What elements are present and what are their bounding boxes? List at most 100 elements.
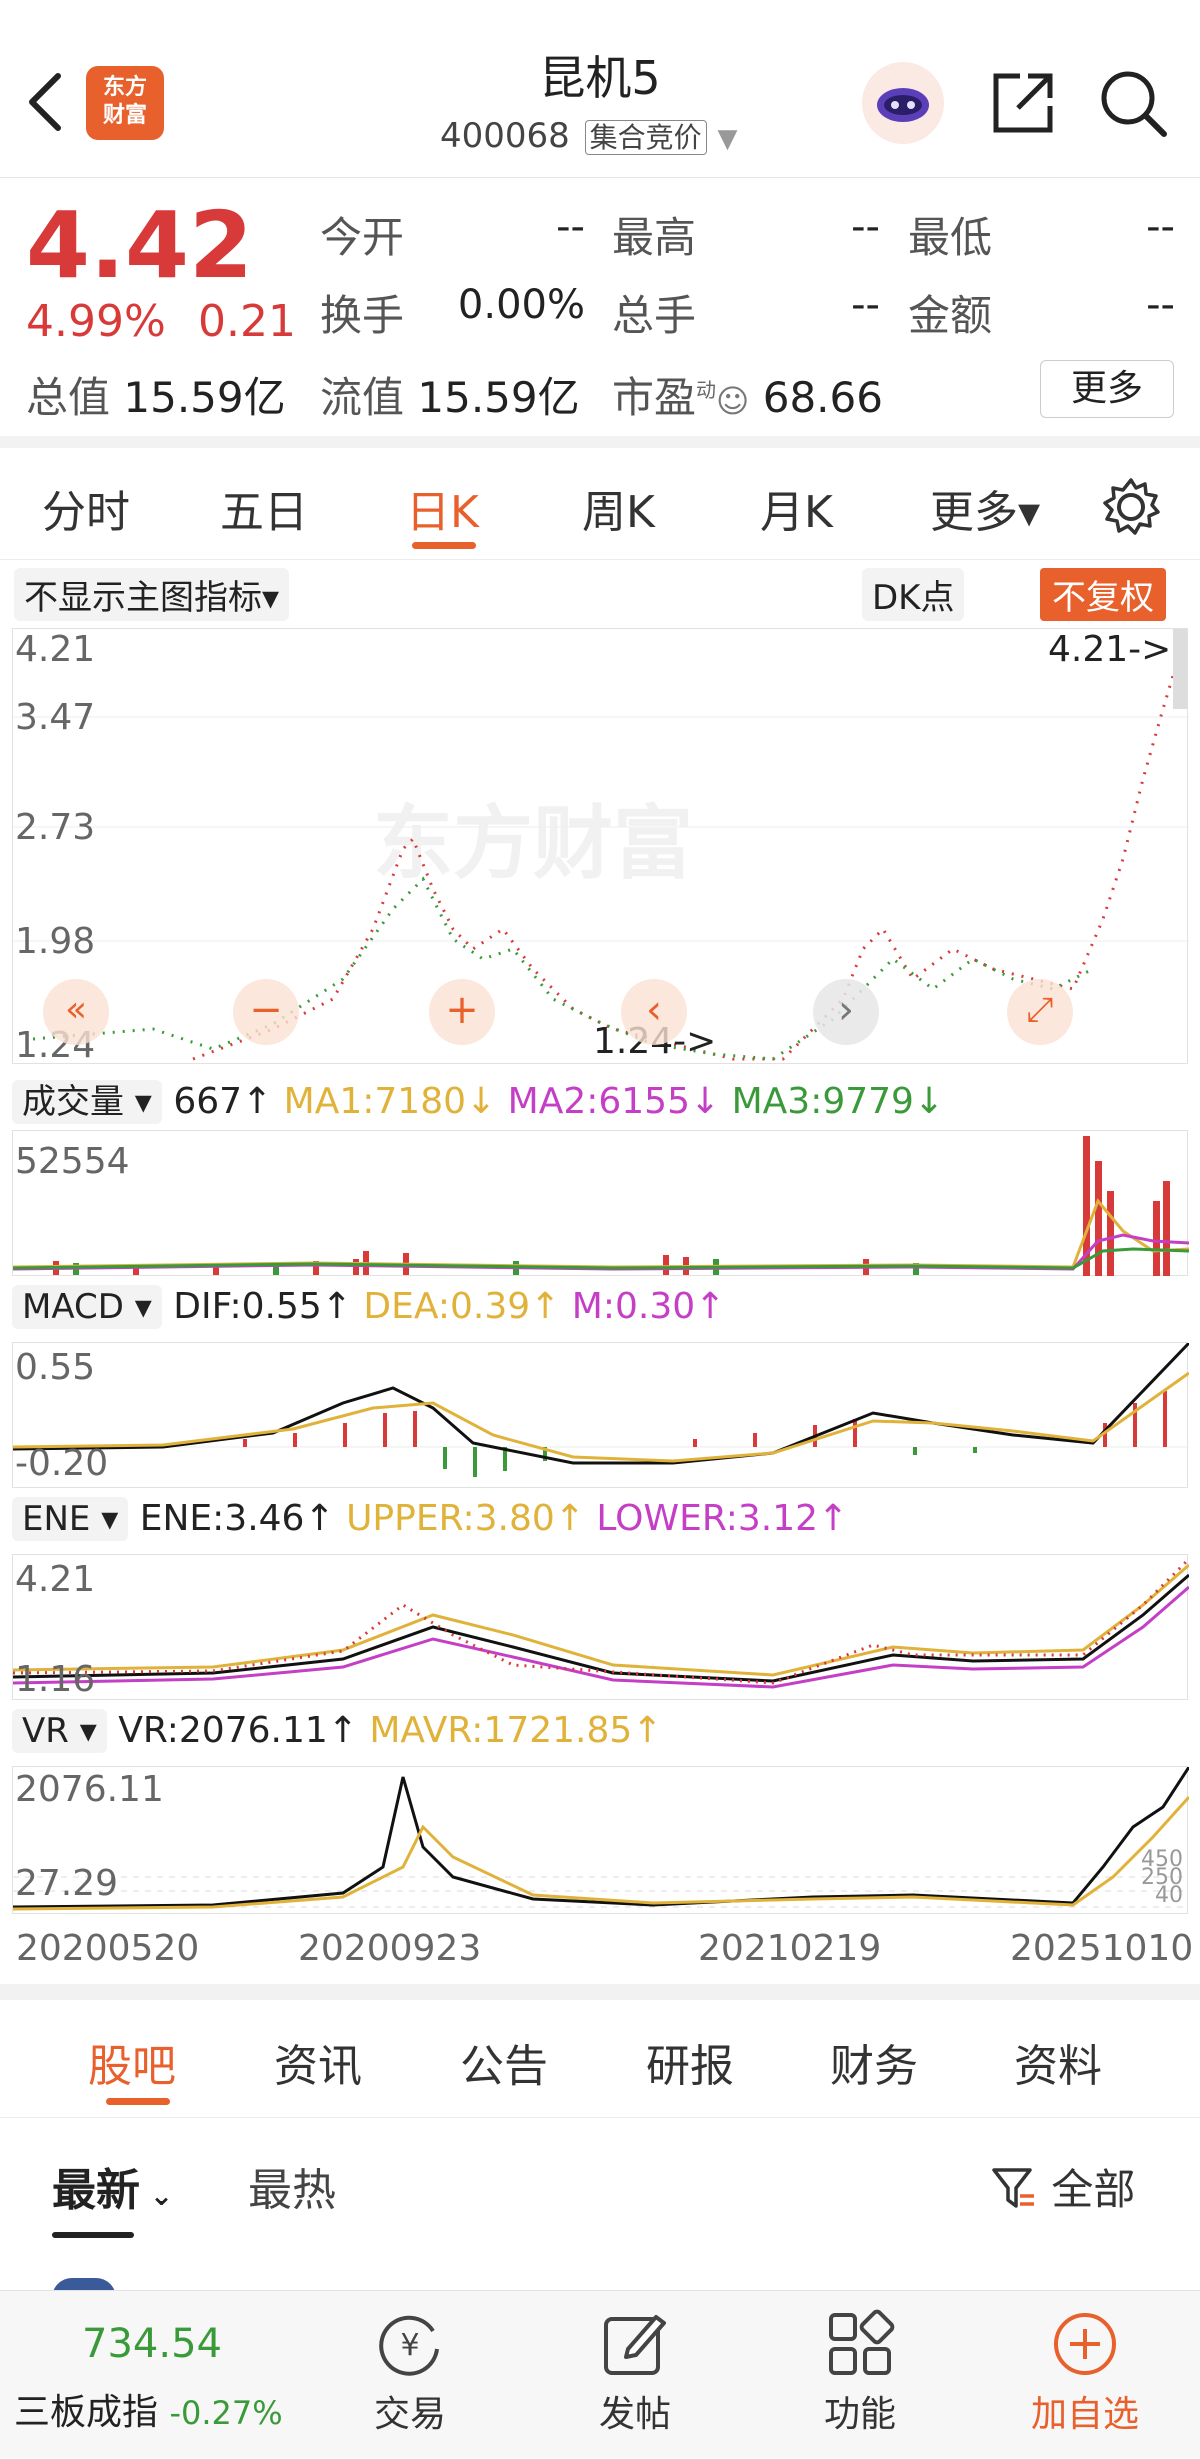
quote-panel: 4.42 4.99% 0.21 今开 -- 最高 -- 最低 -- 换手 0.0… (0, 178, 1200, 448)
nav-add-watchlist[interactable]: 加自选 (985, 2291, 1185, 2459)
nav-trade[interactable]: ¥ 交易 (310, 2291, 510, 2459)
scroll-right-icon[interactable]: › (813, 979, 879, 1045)
tab-five-day[interactable]: 五日 (220, 476, 308, 540)
trade-yuan-icon: ¥ (379, 2315, 439, 2376)
main-indicator-select[interactable]: 不显示主图指标▾ (14, 568, 290, 621)
feed-sort-bar: 最新 ⌄ 最热 全部 (0, 2118, 1200, 2238)
volume-bars (53, 1136, 1170, 1276)
macd-chart (13, 1343, 1189, 1477)
share-icon[interactable] (990, 70, 1056, 136)
tab-announcements[interactable]: 公告 (460, 2030, 548, 2094)
x-date: 20251010 (1010, 1928, 1194, 1969)
dk-point-button[interactable]: DK点 (862, 568, 965, 621)
volume-value: 667↑ (173, 1081, 273, 1122)
vr-selector[interactable]: VR ▾ (12, 1709, 107, 1753)
assistant-avatar[interactable] (862, 62, 944, 144)
macd-selector[interactable]: MACD ▾ (12, 1285, 162, 1329)
market-cap-label: 总值 (26, 373, 111, 422)
volume-selector[interactable]: 成交量 ▾ (12, 1080, 162, 1124)
scroll-start-icon[interactable]: « (43, 979, 109, 1045)
bottom-nav: 734.54 三板成指 -0.27% ¥ 交易 发帖 功能 加自选 (0, 2290, 1200, 2458)
vr-chart (13, 1767, 1189, 1911)
more-button[interactable]: 更多 (1040, 360, 1174, 418)
kline-pane[interactable]: 东方财富 4.21 3.47 2.73 1.98 1.24 4.21-> 1.2… (12, 628, 1189, 1066)
vr-mavr-line (13, 1795, 1189, 1911)
market-cap: 总值 15.59亿 (26, 364, 286, 425)
kline-ytick: 2.73 (15, 807, 96, 848)
kline-ytick: 3.47 (15, 697, 96, 738)
nav-trade-label: 交易 (373, 2394, 446, 2435)
info-face-icon: ☺ (716, 382, 750, 420)
content-tab-indicator (106, 2098, 170, 2105)
macd-m: M:0.30↑ (571, 1286, 726, 1327)
tab-finance[interactable]: 财务 (830, 2030, 918, 2094)
vr-legend: VR ▾ VR:2076.11↑ MAVR:1721.85↑ (12, 1709, 662, 1753)
tab-profile[interactable]: 资料 (1014, 2030, 1102, 2094)
zoom-out-icon[interactable]: − (233, 979, 299, 1045)
content-tab-bar: 股吧 资讯 公告 研报 财务 资料 (0, 2000, 1200, 2118)
index-quote[interactable]: 734.54 三板成指 -0.27% (0, 2291, 330, 2459)
x-date: 20200923 (298, 1928, 482, 1969)
filter-all[interactable]: 全部 (990, 2156, 1135, 2217)
macd-dif: DIF:0.55↑ (173, 1286, 352, 1327)
sort-underline (52, 2232, 134, 2238)
tab-weekly-k[interactable]: 周K (582, 476, 655, 540)
settings-gear-icon[interactable] (1100, 476, 1162, 538)
tab-research[interactable]: 研报 (646, 2030, 734, 2094)
tab-intraday[interactable]: 分时 (42, 476, 130, 540)
adjustment-button[interactable]: 不复权 (1040, 568, 1166, 621)
pe-value: 68.66 (762, 373, 883, 422)
field-value-amount: -- (1146, 282, 1175, 328)
change-abs: 0.21 (198, 296, 296, 347)
scroll-left-icon[interactable]: ‹ (621, 979, 687, 1045)
stock-code-row[interactable]: 400068 集合竞价 ▼ (440, 116, 737, 156)
field-value-high: -- (851, 204, 880, 250)
volume-ma2: MA2:6155↓ (507, 1081, 721, 1122)
tab-news[interactable]: 资讯 (274, 2030, 362, 2094)
vr-pane[interactable]: 2076.11 27.29 450 250 40 (12, 1766, 1189, 1914)
field-value-open: -- (556, 204, 585, 250)
volume-ymax: 52554 (15, 1141, 130, 1182)
chevron-down-icon: ⌄ (140, 2179, 174, 2212)
vr-right-marks: 450 250 40 (1141, 1849, 1183, 1907)
field-label-open: 今开 (320, 213, 405, 262)
zoom-in-icon[interactable]: + (429, 979, 495, 1045)
x-date: 20210219 (698, 1928, 882, 1969)
macd-legend: MACD ▾ DIF:0.55↑ DEA:0.39↑ M:0.30↑ (12, 1285, 726, 1329)
nav-post[interactable]: 发帖 (535, 2291, 735, 2459)
x-date: 20200520 (16, 1928, 200, 1969)
pe-ratio[interactable]: 市盈动☺ 68.66 (612, 364, 883, 425)
sort-latest[interactable]: 最新 ⌄ (52, 2154, 173, 2218)
session-badge: 集合竞价 (584, 120, 707, 155)
nav-functions[interactable]: 功能 (760, 2291, 960, 2459)
pe-sup: 动 (696, 378, 717, 402)
field-value-low: -- (1146, 204, 1175, 250)
float-cap-label: 流值 (320, 373, 405, 422)
vr-value: VR:2076.11↑ (118, 1710, 358, 1751)
float-cap-value: 15.59亿 (417, 373, 580, 422)
field-value-turnover: 0.00% (457, 282, 585, 328)
ene-pane[interactable]: 4.21 1.16 (12, 1554, 1189, 1700)
kline-ytick: 1.98 (15, 921, 96, 962)
fullscreen-icon[interactable]: ⤢ (1007, 979, 1073, 1045)
compose-icon (604, 2315, 666, 2375)
ene-lower: LOWER:3.12↑ (596, 1498, 849, 1539)
volume-pane[interactable]: 52554 (12, 1130, 1189, 1276)
ene-upper: UPPER:3.80↑ (346, 1498, 585, 1539)
search-icon[interactable] (1098, 68, 1168, 138)
tab-daily-k[interactable]: 日K (406, 476, 479, 540)
volume-ma1-line (13, 1198, 1189, 1269)
ene-selector[interactable]: ENE ▾ (12, 1497, 129, 1541)
add-circle-icon (1054, 2313, 1116, 2375)
vr-ybottom: 27.29 (15, 1863, 119, 1904)
sort-hot[interactable]: 最热 (248, 2154, 336, 2218)
index-name: 三板成指 (14, 2392, 159, 2433)
tab-forum[interactable]: 股吧 (88, 2030, 176, 2094)
vr-line (13, 1767, 1189, 1909)
volume-ma1: MA1:7180↓ (283, 1081, 497, 1122)
tab-monthly-k[interactable]: 月K (760, 476, 833, 540)
macd-dea-line (13, 1371, 1189, 1463)
macd-pane[interactable]: 0.55 -0.20 (12, 1342, 1189, 1488)
chart-tab-bar: 分时 五日 日K 周K 月K 更多▾ (0, 448, 1200, 560)
tab-more[interactable]: 更多▾ (930, 476, 1040, 540)
